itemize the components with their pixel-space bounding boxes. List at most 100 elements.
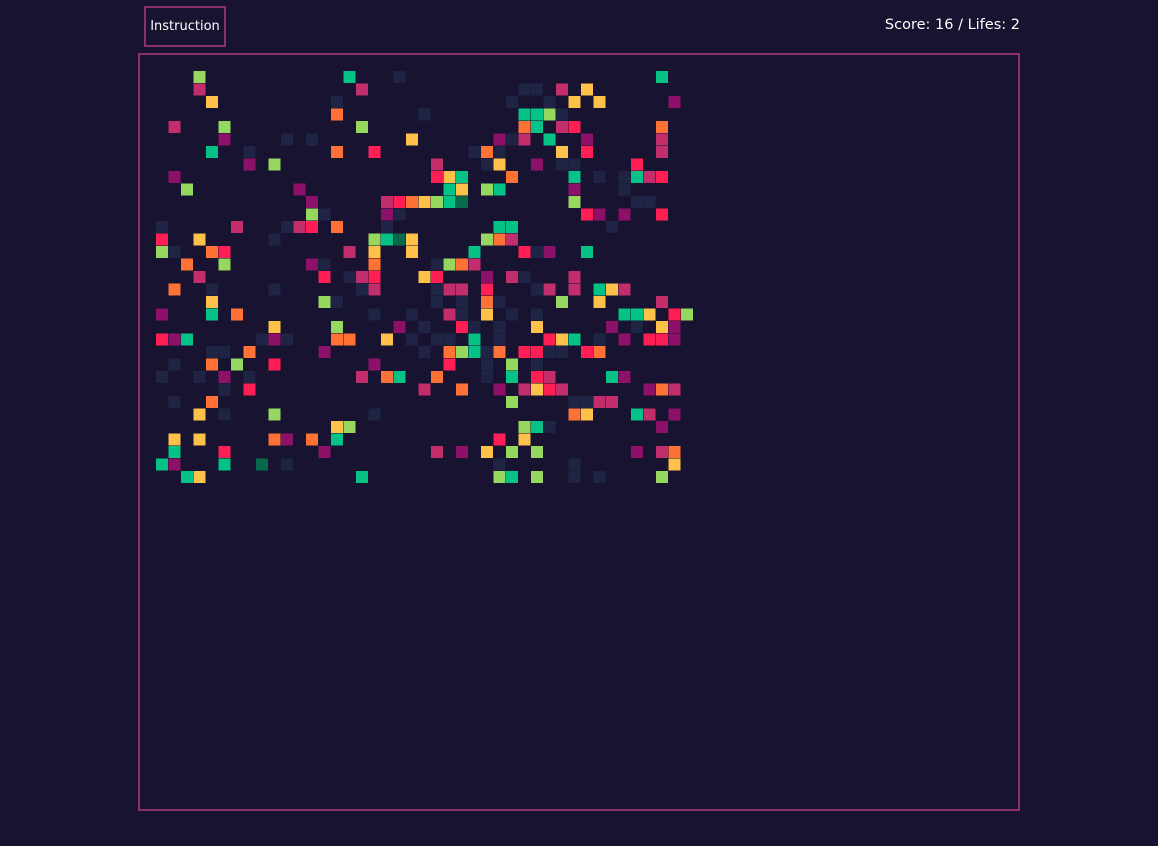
obstacle-cell <box>506 133 518 146</box>
food-cell <box>481 146 493 158</box>
obstacle-cell <box>531 246 543 258</box>
food-cell <box>468 258 481 271</box>
snake-cell <box>431 196 443 208</box>
food-cell <box>593 296 606 308</box>
food-cell <box>581 133 593 146</box>
food-cell <box>406 333 418 346</box>
instruction-button[interactable]: Instruction <box>144 6 226 47</box>
snake-cell <box>356 271 368 283</box>
food-cell <box>168 283 181 296</box>
obstacle-cell <box>356 283 368 296</box>
food-cell <box>443 283 456 296</box>
food-cell <box>431 158 443 171</box>
food-cell <box>556 83 568 96</box>
food-cell <box>456 258 468 271</box>
food-cell <box>331 333 343 346</box>
food-cell <box>531 108 543 121</box>
food-cell <box>168 333 181 346</box>
food-cell <box>431 371 443 383</box>
food-cell <box>393 371 406 383</box>
food-cell <box>381 333 393 346</box>
food-cell <box>268 408 281 421</box>
food-cell <box>368 358 381 371</box>
food-cell <box>493 221 506 233</box>
snake-cell <box>393 196 406 208</box>
snake-cell <box>406 196 418 208</box>
obstacle-cell <box>631 196 643 208</box>
food-cell <box>656 296 668 308</box>
food-cell <box>581 346 593 358</box>
obstacle-cell <box>268 283 281 296</box>
food-cell <box>231 358 243 371</box>
food-cell <box>318 446 331 458</box>
food-cell <box>531 346 543 358</box>
food-cell <box>656 71 668 83</box>
food-cell <box>268 433 281 446</box>
food-cell <box>206 308 218 321</box>
food-cell <box>168 446 181 458</box>
food-cell <box>568 196 581 208</box>
obstacle-cell <box>418 108 431 121</box>
food-cell <box>193 271 206 283</box>
obstacle-cell <box>518 271 531 283</box>
food-cell <box>306 208 318 221</box>
obstacle-cell <box>581 396 593 408</box>
food-cell <box>156 308 168 321</box>
food-cell <box>668 383 681 396</box>
food-cell <box>356 83 368 96</box>
obstacle-cell <box>431 296 443 308</box>
food-cell <box>331 108 343 121</box>
food-cell <box>181 258 193 271</box>
food-cell <box>656 146 668 158</box>
food-cell <box>493 233 506 246</box>
obstacle-cell <box>481 371 493 383</box>
obstacle-cell <box>481 158 493 171</box>
food-cell <box>206 296 218 308</box>
food-cell <box>643 408 656 421</box>
food-cell <box>656 471 668 483</box>
food-cell <box>481 308 493 321</box>
food-cell <box>331 321 343 333</box>
food-cell <box>443 258 456 271</box>
food-cell <box>606 396 618 408</box>
food-cell <box>581 246 593 258</box>
obstacle-cell <box>468 146 481 158</box>
obstacle-cell <box>506 96 518 108</box>
food-cell <box>156 458 168 471</box>
obstacle-cell <box>531 358 543 371</box>
obstacle-cell <box>431 258 443 271</box>
snake-cell <box>368 246 381 258</box>
food-cell <box>518 346 531 358</box>
food-cell <box>543 371 556 383</box>
snake-cell <box>368 271 381 283</box>
obstacle-cell <box>606 221 618 233</box>
food-cell <box>206 358 218 371</box>
food-cell <box>468 333 481 346</box>
obstacle-cell <box>206 346 218 358</box>
food-cell <box>556 383 568 396</box>
food-cell <box>556 121 568 133</box>
food-cell <box>643 308 656 321</box>
game-board[interactable] <box>138 53 1020 811</box>
obstacle-cell <box>493 333 506 346</box>
food-cell <box>606 371 618 383</box>
obstacle-cell <box>556 108 568 121</box>
food-cell <box>581 83 593 96</box>
food-cell <box>506 396 518 408</box>
food-cell <box>593 346 606 358</box>
food-cell <box>531 371 543 383</box>
food-cell <box>518 433 531 446</box>
food-cell <box>243 158 256 171</box>
food-cell <box>656 446 668 458</box>
obstacle-cell <box>481 346 493 358</box>
food-cell <box>481 283 493 296</box>
obstacle-cell <box>443 333 456 346</box>
food-cell <box>581 408 593 421</box>
food-cell <box>356 471 368 483</box>
score-separator: / <box>958 17 963 33</box>
obstacle-cell <box>156 371 168 383</box>
food-cell <box>668 96 681 108</box>
food-cell <box>343 333 356 346</box>
snake-cell <box>381 196 393 208</box>
food-cell <box>306 196 318 208</box>
